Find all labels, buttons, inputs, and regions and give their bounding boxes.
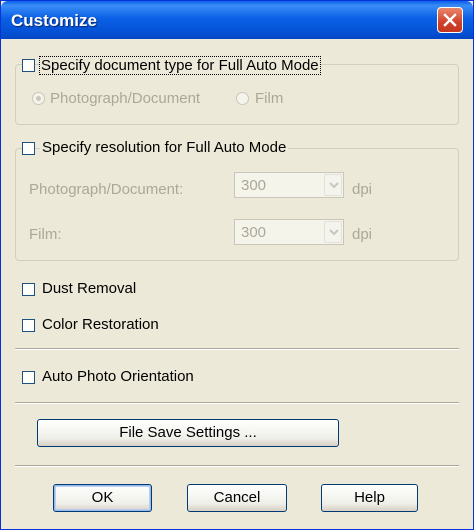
divider — [15, 465, 459, 467]
doc-type-checkbox-label[interactable]: Specify document type for Full Auto Mode — [39, 56, 321, 75]
chevron-down-icon — [329, 182, 339, 189]
radio-photograph-document-label[interactable]: Photograph/Document — [50, 90, 200, 107]
film-resolution-label: Film: — [29, 226, 62, 243]
resolution-checkbox-label[interactable]: Specify resolution for Full Auto Mode — [40, 139, 289, 156]
help-button[interactable]: Help — [321, 484, 418, 512]
ok-button[interactable]: OK — [53, 484, 152, 512]
color-restoration-checkbox[interactable] — [22, 319, 35, 332]
close-button[interactable] — [437, 7, 463, 33]
auto-orientation-label[interactable]: Auto Photo Orientation — [42, 368, 194, 385]
film-dpi-unit: dpi — [352, 226, 373, 243]
photo-resolution-label: Photograph/Document: — [29, 181, 184, 198]
photo-resolution-select[interactable]: 300 — [234, 172, 344, 198]
window-title: Customize — [11, 11, 97, 30]
resolution-checkbox[interactable] — [22, 142, 35, 155]
customize-dialog: Customize Specify document type for Full… — [0, 0, 474, 530]
close-icon — [443, 13, 457, 27]
radio-film-label[interactable]: Film — [255, 90, 283, 107]
photo-resolution-dropdown-button[interactable] — [324, 174, 342, 196]
color-restoration-label[interactable]: Color Restoration — [42, 316, 159, 333]
divider — [15, 348, 459, 350]
file-save-settings-button[interactable]: File Save Settings ... — [37, 419, 339, 447]
film-resolution-dropdown-button[interactable] — [324, 221, 342, 243]
dust-removal-checkbox[interactable] — [22, 283, 35, 296]
dust-removal-label[interactable]: Dust Removal — [42, 280, 136, 297]
doc-type-checkbox[interactable] — [22, 59, 35, 72]
photo-resolution-value: 300 — [241, 177, 267, 194]
title-bar[interactable]: Customize — [1, 1, 473, 39]
chevron-down-icon — [329, 229, 339, 236]
radio-film[interactable] — [236, 92, 249, 105]
film-resolution-value: 300 — [241, 224, 267, 241]
film-resolution-select[interactable]: 300 — [234, 219, 344, 245]
divider — [15, 402, 459, 404]
photo-dpi-unit: dpi — [352, 181, 373, 198]
radio-photograph-document[interactable] — [32, 92, 45, 105]
auto-orientation-checkbox[interactable] — [22, 371, 35, 384]
cancel-button[interactable]: Cancel — [187, 484, 287, 512]
